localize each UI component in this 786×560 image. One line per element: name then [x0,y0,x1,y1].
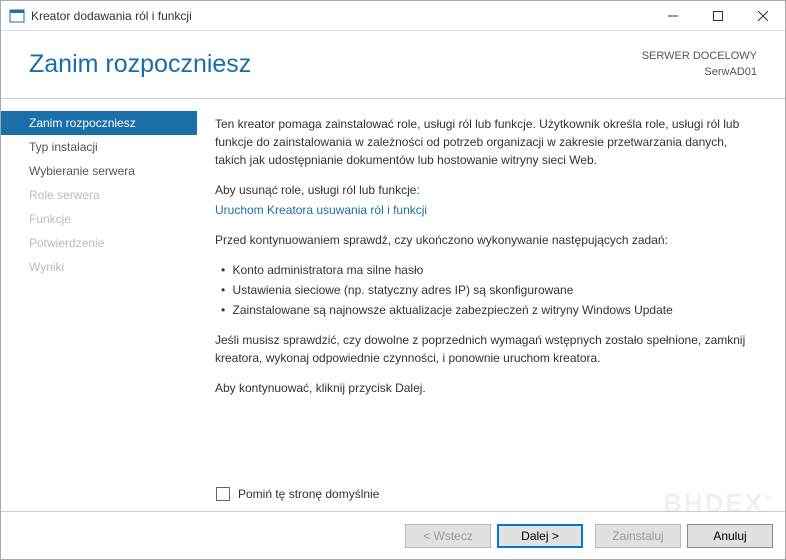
maximize-button[interactable] [695,1,740,30]
verify-note: Jeśli musisz sprawdzić, czy dowolne z po… [215,331,757,367]
intro-text: Ten kreator pomaga zainstalować role, us… [215,115,757,169]
app-icon [9,8,25,24]
nav-server-roles: Role serwera [1,183,197,207]
page-title: Zanim rozpoczniesz [29,50,251,79]
back-button: < Wstecz [405,524,491,548]
window-title: Kreator dodawania ról i funkcji [31,9,192,23]
nav-before-you-begin[interactable]: Zanim rozpoczniesz [1,111,197,135]
nav-installation-type[interactable]: Typ instalacji [1,135,197,159]
prereq-item: Zainstalowane są najnowsze aktualizacje … [221,301,757,319]
wizard-nav: Zanim rozpoczniesz Typ instalacji Wybier… [1,99,197,511]
skip-page-label: Pomiń tę stronę domyślnie [238,487,379,501]
close-button[interactable] [740,1,785,30]
skip-page-row[interactable]: Pomiń tę stronę domyślnie [216,487,379,501]
destination-server-info: SERWER DOCELOWY SerwAD01 [642,49,757,80]
wizard-body: Zanim rozpoczniesz Typ instalacji Wybier… [1,99,785,511]
prereq-label: Przed kontynuowaniem sprawdź, czy ukończ… [215,231,757,249]
install-button: Zainstaluj [595,524,681,548]
next-button[interactable]: Dalej > [497,524,583,548]
nav-server-selection[interactable]: Wybieranie serwera [1,159,197,183]
nav-results: Wyniki [1,255,197,279]
continue-note: Aby kontynuować, kliknij przycisk Dalej. [215,379,757,397]
prereq-item: Ustawienia sieciowe (np. statyczny adres… [221,281,757,299]
prereq-item: Konto administratora ma silne hasło [221,261,757,279]
window-controls [650,1,785,30]
minimize-button[interactable] [650,1,695,30]
wizard-header: Zanim rozpoczniesz SERWER DOCELOWY SerwA… [1,31,785,99]
skip-page-checkbox[interactable] [216,487,230,501]
destination-label: SERWER DOCELOWY [642,49,757,64]
prereq-list: Konto administratora ma silne hasło Usta… [221,261,757,319]
wizard-footer: < Wstecz Dalej > Zainstaluj Anuluj [1,511,785,559]
titlebar: Kreator dodawania ról i funkcji [1,1,785,31]
remove-roles-label: Aby usunąć role, usługi ról lub funkcje: [215,181,757,199]
destination-server-name: SerwAD01 [642,65,757,80]
nav-features: Funkcje [1,207,197,231]
nav-confirmation: Potwierdzenie [1,231,197,255]
cancel-button[interactable]: Anuluj [687,524,773,548]
remove-roles-link[interactable]: Uruchom Kreatora usuwania ról i funkcji [215,203,427,217]
wizard-content: Ten kreator pomaga zainstalować role, us… [197,99,785,511]
